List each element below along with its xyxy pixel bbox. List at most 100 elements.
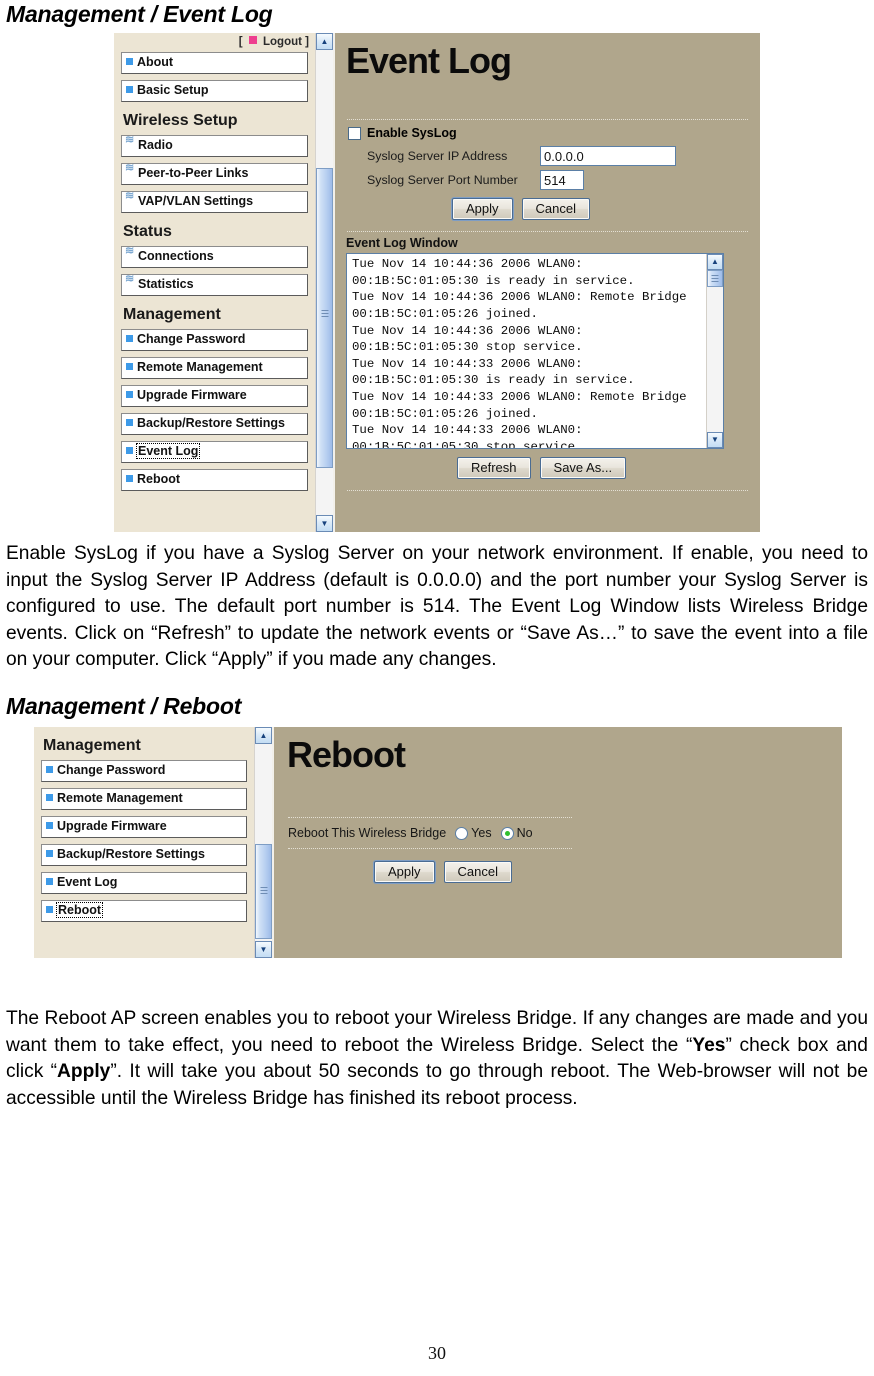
screenshot-reboot: Management Change Password Remote Manageme… (34, 727, 842, 959)
apply-button[interactable]: Apply (452, 198, 513, 221)
page-number: 30 (428, 1343, 446, 1363)
logout-bullet-icon (248, 36, 257, 45)
window-scrollbar[interactable]: ▲ ▼ (315, 33, 333, 533)
window-scrollbar-reboot[interactable]: ▲ ▼ (254, 727, 272, 959)
syslog-button-row: Apply Cancel (335, 192, 760, 221)
save-as-button[interactable]: Save As... (539, 457, 627, 480)
nav-item-label: Change Password (57, 763, 166, 778)
reboot-apply-button[interactable]: Apply (374, 861, 435, 884)
divider-bottom (347, 490, 748, 492)
event-log-window[interactable]: Tue Nov 14 10:44:36 2006 WLAN0: 00:1B:5C… (346, 253, 724, 450)
sidebar-item-upgrade-firmware[interactable]: Upgrade Firmware (121, 385, 308, 408)
reboot-yes-radio[interactable] (455, 826, 469, 840)
nav-item-label: Upgrade Firmware (57, 819, 167, 834)
logout-bracket-open: [ (238, 36, 243, 49)
scrollbar-track[interactable] (255, 744, 272, 942)
sidebar-item-event-log[interactable]: Event Log (121, 441, 308, 464)
pane-title: Event Log (346, 40, 512, 82)
logout-link[interactable]: [ Logout ] (114, 33, 315, 52)
sidebar-item-change-password[interactable]: Change Password (121, 329, 308, 352)
sidebar-reboot-item-change-password[interactable]: Change Password (41, 760, 247, 783)
sidebar-item-radio[interactable]: Radio (121, 135, 308, 158)
nav-item-label: Statistics (138, 277, 194, 292)
event-log-scrollbar[interactable]: ▲ ▼ (706, 254, 723, 449)
reboot-button-row: Apply Cancel (274, 849, 842, 884)
sidebar-item-connections[interactable]: Connections (121, 246, 308, 269)
blue-square-bullet-icon (46, 850, 53, 858)
sidebar-reboot-item-backup-restore-settings[interactable]: Backup/Restore Settings (41, 844, 247, 867)
wifi-wave-icon (125, 274, 135, 289)
enable-syslog-checkbox[interactable] (348, 126, 361, 140)
syslog-ip-row: Syslog Server IP Address 0.0.0.0 (335, 144, 760, 168)
wifi-wave-icon (125, 246, 135, 261)
sidebar-reboot-item-reboot[interactable]: Reboot (41, 900, 247, 923)
reboot-cancel-button[interactable]: Cancel (443, 861, 512, 884)
scrollbar-track[interactable] (316, 50, 333, 516)
scroll-up-arrow-icon[interactable]: ▲ (316, 33, 333, 51)
paragraph-event-log: Enable SysLog if you have a Syslog Serve… (6, 543, 868, 671)
nav-sidebar-reboot: Management Change Password Remote Manageme… (34, 727, 254, 959)
nav-item-label: About (137, 55, 174, 70)
log-scrollbar-thumb[interactable] (707, 270, 723, 288)
reboot-no-label: No (516, 826, 533, 841)
log-button-row: Refresh Save As... (335, 449, 760, 480)
sidebar-item-peer-to-peer-links[interactable]: Peer-to-Peer Links (121, 163, 308, 186)
wifi-wave-icon (125, 163, 135, 178)
syslog-ip-label: Syslog Server IP Address (367, 149, 508, 164)
sidebar-reboot-item-upgrade-firmware[interactable]: Upgrade Firmware (41, 816, 247, 839)
sidebar-item-remote-management[interactable]: Remote Management (121, 357, 308, 380)
nav-group-management: Management (123, 306, 221, 324)
wifi-wave-icon (125, 191, 135, 206)
nav-group-wireless-setup: Wireless Setup (123, 112, 238, 130)
blue-square-bullet-icon (126, 86, 133, 94)
sidebar-item-vap-vlan-settings[interactable]: VAP/VLAN Settings (121, 191, 308, 214)
blue-square-bullet-icon (46, 906, 53, 914)
refresh-button[interactable]: Refresh (457, 457, 531, 480)
syslog-ip-input[interactable]: 0.0.0.0 (540, 146, 676, 167)
nav-item-label: Connections (138, 249, 214, 264)
sidebar-item-basic-setup[interactable]: Basic Setup (121, 80, 308, 103)
sidebar-reboot-item-remote-management[interactable]: Remote Management (41, 788, 247, 811)
syslog-port-input[interactable]: 514 (540, 170, 584, 191)
page-title-reboot: Management / Reboot (6, 692, 242, 719)
enable-syslog-label: Enable SysLog (367, 126, 457, 141)
blue-square-bullet-icon (46, 822, 53, 830)
nav-item-label: Radio (138, 138, 173, 153)
paragraph-reboot: The Reboot AP screen enables you to rebo… (6, 1008, 868, 1109)
reboot-question-label: Reboot This Wireless Bridge (288, 826, 447, 841)
syslog-port-row: Syslog Server Port Number 514 (335, 168, 760, 192)
sidebar-item-backup-restore-settings[interactable]: Backup/Restore Settings (121, 413, 308, 436)
scroll-up-arrow-icon[interactable]: ▲ (255, 727, 272, 745)
sidebar-item-reboot[interactable]: Reboot (121, 469, 308, 492)
blue-square-bullet-icon (126, 335, 133, 343)
logout-bracket-close: ] (305, 36, 309, 49)
content-pane-reboot: Reboot Reboot This Wireless Bridge Yes N… (272, 727, 842, 959)
sidebar-item-about[interactable]: About (121, 52, 308, 75)
log-scrollbar-track[interactable] (707, 270, 723, 433)
scroll-down-arrow-icon[interactable]: ▼ (255, 941, 272, 959)
nav-group-management: Management (43, 737, 141, 755)
nav-group-status: Status (123, 223, 172, 241)
cancel-button[interactable]: Cancel (521, 198, 590, 221)
content-pane: Event Log Enable SysLog Syslog Server IP… (333, 33, 760, 533)
document-page: Management / Event Log [ Logout ] About B… (0, 0, 874, 1376)
nav-item-label: VAP/VLAN Settings (138, 194, 254, 209)
scrollbar-grip-icon (321, 310, 328, 320)
blue-square-bullet-icon (126, 363, 133, 371)
pane-title-reboot: Reboot (287, 734, 406, 776)
blue-square-bullet-icon (126, 419, 133, 427)
nav-item-label: Backup/Restore Settings (57, 847, 205, 862)
sidebar-item-statistics[interactable]: Statistics (121, 274, 308, 297)
reboot-no-radio[interactable] (500, 826, 514, 840)
wifi-wave-icon (125, 135, 135, 150)
log-scroll-up-arrow-icon[interactable]: ▲ (707, 254, 723, 271)
log-scroll-down-arrow-icon[interactable]: ▼ (707, 432, 723, 449)
enable-syslog-row[interactable]: Enable SysLog (335, 120, 760, 144)
logout-label: Logout (263, 36, 302, 49)
scroll-down-arrow-icon[interactable]: ▼ (316, 515, 333, 533)
scrollbar-grip-icon (260, 887, 267, 897)
reboot-choice-row: Reboot This Wireless Bridge Yes No (274, 818, 842, 848)
scrollbar-thumb[interactable] (316, 168, 333, 469)
scrollbar-thumb[interactable] (255, 844, 272, 940)
sidebar-reboot-item-event-log[interactable]: Event Log (41, 872, 247, 895)
